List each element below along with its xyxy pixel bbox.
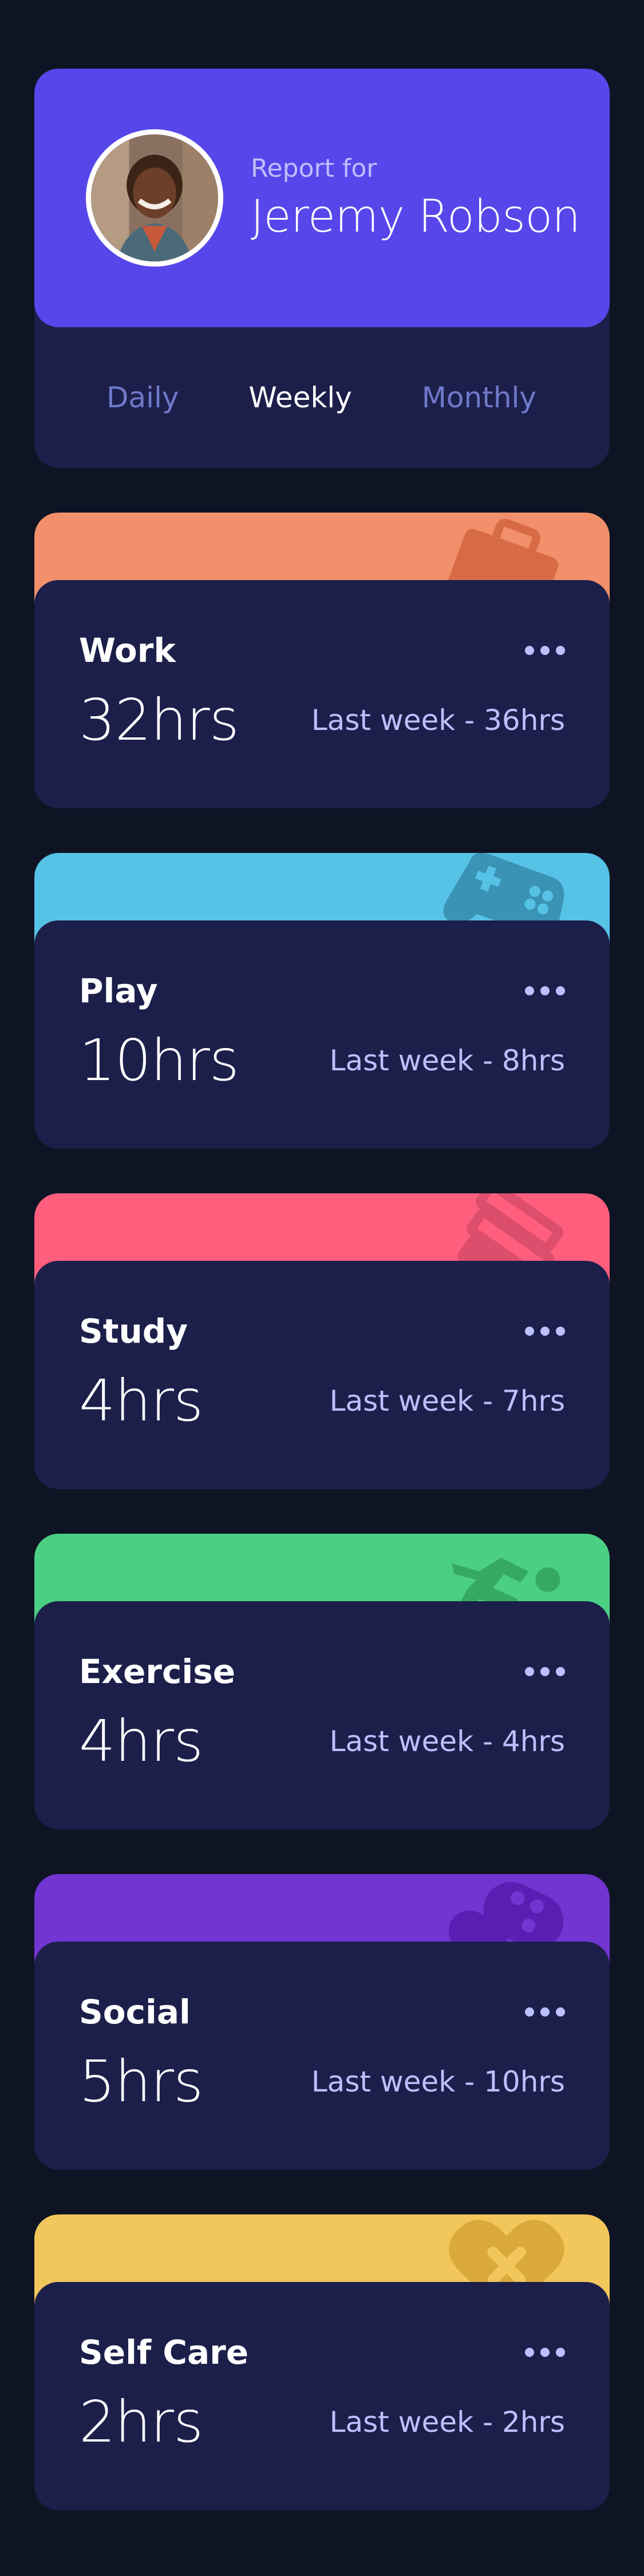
activity-title: Exercise — [79, 1652, 236, 1691]
activity-hours: 4hrs — [79, 1367, 203, 1434]
activity-card-self-care: Self Care 2hrs Last week - 2hrs — [34, 2214, 610, 2510]
activity-previous: Last week - 7hrs — [329, 1384, 565, 1418]
ellipsis-icon[interactable] — [525, 1663, 565, 1680]
activity-body[interactable]: Study 4hrs Last week - 7hrs — [34, 1261, 610, 1489]
timeframe-tabs: Daily Weekly Monthly — [34, 327, 610, 468]
activity-body[interactable]: Self Care 2hrs Last week - 2hrs — [34, 2282, 610, 2510]
tab-daily[interactable]: Daily — [106, 381, 179, 414]
activity-hours: 10hrs — [79, 1027, 239, 1094]
ellipsis-icon[interactable] — [525, 1323, 565, 1340]
activity-hours: 4hrs — [79, 1708, 203, 1775]
activity-body[interactable]: Play 10hrs Last week - 8hrs — [34, 920, 610, 1149]
ellipsis-icon[interactable] — [525, 2003, 565, 2021]
activity-body[interactable]: Exercise 4hrs Last week - 4hrs — [34, 1601, 610, 1829]
avatar-image — [91, 134, 218, 261]
activity-previous: Last week - 36hrs — [311, 703, 565, 737]
activity-hours: 2hrs — [79, 2388, 203, 2455]
ellipsis-icon[interactable] — [525, 642, 565, 659]
activity-title: Work — [79, 631, 176, 670]
ellipsis-icon[interactable] — [525, 982, 565, 999]
tab-weekly[interactable]: Weekly — [248, 381, 351, 414]
activity-card-play: Play 10hrs Last week - 8hrs — [34, 853, 610, 1149]
activity-previous: Last week - 2hrs — [329, 2405, 565, 2439]
activity-title: Play — [79, 971, 158, 1010]
activity-title: Self Care — [79, 2333, 249, 2372]
activity-previous: Last week - 8hrs — [329, 1043, 565, 1077]
activity-card-exercise: Exercise 4hrs Last week - 4hrs — [34, 1534, 610, 1829]
activity-hours: 5hrs — [79, 2048, 203, 2115]
activity-hours: 32hrs — [79, 686, 239, 753]
activity-previous: Last week - 10hrs — [311, 2065, 565, 2098]
profile-card: Report for Jeremy Robson Daily Weekly Mo… — [34, 69, 610, 468]
profile-header: Report for Jeremy Robson — [34, 69, 610, 327]
activity-card-work: Work 32hrs Last week - 36hrs — [34, 513, 610, 808]
user-name: Jeremy Robson — [251, 190, 580, 243]
activity-previous: Last week - 4hrs — [329, 1724, 565, 1758]
tab-monthly[interactable]: Monthly — [422, 381, 536, 414]
report-for-label: Report for — [251, 153, 377, 183]
avatar — [86, 129, 223, 267]
ellipsis-icon[interactable] — [525, 2344, 565, 2361]
activity-title: Social — [79, 1992, 191, 2031]
activity-body[interactable]: Social 5hrs Last week - 10hrs — [34, 1942, 610, 2170]
activity-card-study: Study 4hrs Last week - 7hrs — [34, 1193, 610, 1489]
profile-text: Report for Jeremy Robson — [251, 154, 580, 243]
activity-card-social: Social 5hrs Last week - 10hrs — [34, 1874, 610, 2170]
activity-body[interactable]: Work 32hrs Last week - 36hrs — [34, 580, 610, 808]
activity-title: Study — [79, 1312, 188, 1351]
dashboard: Report for Jeremy Robson Daily Weekly Mo… — [0, 0, 644, 2576]
